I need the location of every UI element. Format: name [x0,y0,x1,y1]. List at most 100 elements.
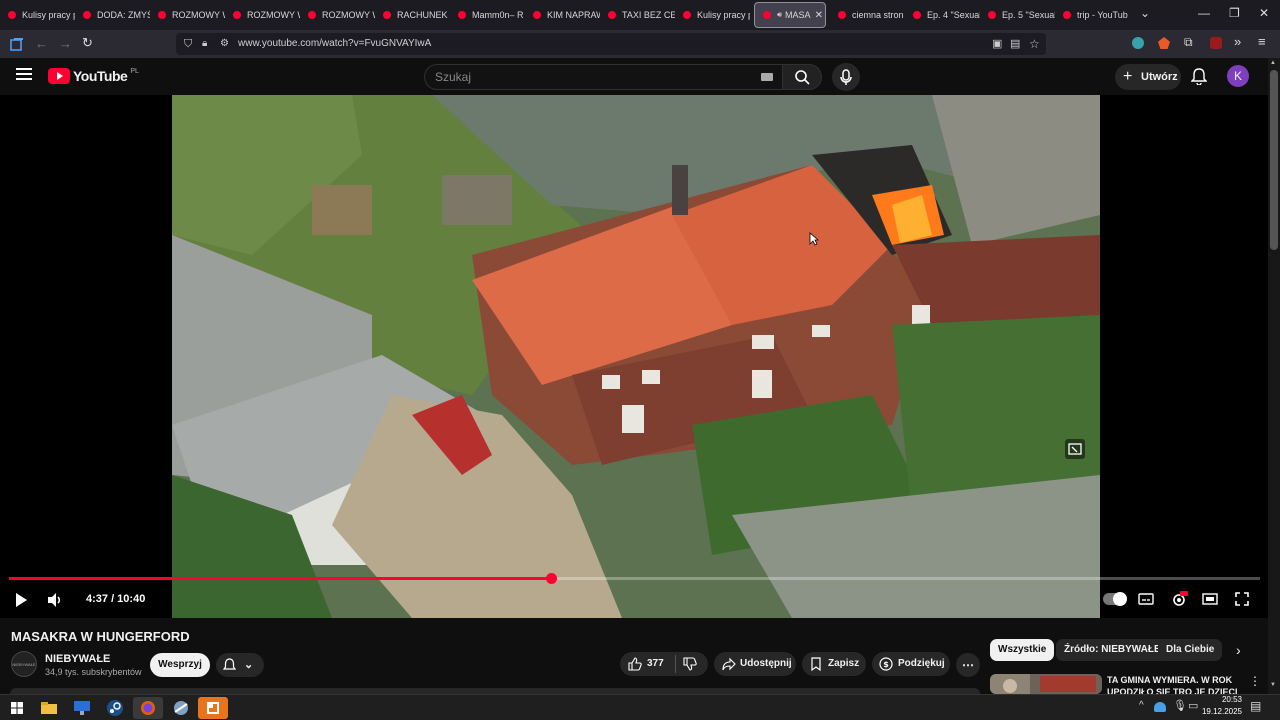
channel-name[interactable]: NIEBYWAŁE [45,653,110,665]
video-frame[interactable] [172,95,1100,618]
back-icon[interactable]: ← [35,36,48,51]
tab-list-chevron-icon[interactable]: ⌄ [1140,6,1150,20]
scroll-down-arrow-icon[interactable]: ▼ [1270,682,1276,688]
browser-tab[interactable]: ROZMOWY W [225,2,300,28]
network-tray-icon[interactable]: ▭ [1188,699,1198,712]
account-avatar[interactable]: K [1227,65,1249,87]
menu-hamburger-icon[interactable]: ≡ [1258,34,1266,49]
bookmark-star-icon[interactable]: ☆ [1029,33,1040,55]
thumbs-down-icon [683,657,697,671]
close-tab-icon[interactable]: ✕ [815,10,823,21]
voice-search-button[interactable] [832,63,860,91]
save-button[interactable]: Zapisz [802,652,866,676]
notifications-bell-icon[interactable] [1191,67,1207,85]
firefox-taskbar-icon[interactable] [133,697,163,719]
search-placeholder: Szukaj [435,70,472,84]
lock-icon[interactable]: 🔒︎ [202,33,207,55]
browser-tab[interactable]: Kulisy pracy p [675,2,750,28]
thanks-button[interactable]: $ Podziękuj [872,652,950,676]
share-button[interactable]: Udostępnij [714,652,796,676]
more-actions-icon[interactable]: ⋯ [956,653,980,677]
browser-tab-active[interactable]: 🔊︎ MASA ✕ [754,2,826,28]
orange-app-icon[interactable] [198,697,228,719]
taskbar-clock-time[interactable]: 20:53 [1208,695,1242,704]
browser-tab[interactable]: ciemna stron [830,2,905,28]
tab-audio-speaker-icon[interactable]: 🔊︎ [777,10,782,20]
remote-desktop-icon[interactable] [67,697,97,719]
overflow-chevrons-icon[interactable]: » [1234,34,1241,49]
fullscreen-icon[interactable] [1234,591,1250,607]
tab-title: trip - YouTub [1077,10,1128,20]
onedrive-cloud-icon[interactable] [1154,702,1166,712]
theater-mode-icon[interactable] [1202,592,1218,606]
extensions-icon[interactable]: ⧉ [1184,35,1193,50]
minimize-window-icon[interactable]: — [1198,6,1210,20]
like-button[interactable] [628,657,642,671]
permissions-icon[interactable]: ⚙ [220,33,229,55]
microphone-tray-icon[interactable]: 🎙︎ [1173,699,1187,712]
page-scrollbar[interactable]: ▲ ▼ [1268,58,1280,694]
progress-bar[interactable] [9,573,1260,584]
chips-next-chevron-icon[interactable]: › [1236,642,1241,658]
channel-avatar[interactable]: NIEBYWAŁE [11,651,37,677]
forward-icon[interactable]: → [59,36,72,51]
create-button[interactable]: + Utwórz [1115,64,1181,90]
network-tool-icon[interactable] [166,697,196,719]
picture-in-picture-icon[interactable]: ▣ [992,33,1002,55]
steam-icon[interactable] [100,697,130,719]
shield-icon[interactable]: ⛉ [184,33,192,55]
close-window-icon[interactable]: ✕ [1259,6,1269,20]
chip-for-you[interactable]: Dla Ciebie [1158,639,1223,661]
chip-all[interactable]: Wszystkie [990,639,1055,661]
browser-tab[interactable]: Ep. 5 "Sexual [980,2,1055,28]
scroll-up-arrow-icon[interactable]: ▲ [1270,60,1276,66]
browser-tab[interactable]: ROZMOWY W [300,2,375,28]
fox-extension-icon[interactable] [1158,37,1170,49]
reader-view-icon[interactable]: ▤ [1010,33,1020,55]
notifications-tray-icon[interactable]: ▤ [1250,699,1261,713]
taskbar-clock-date[interactable]: 19.12.2025 [1200,707,1242,716]
youtube-logo[interactable]: YouTube PL [48,68,139,84]
recommendation-title[interactable]: TA GMINA WYMIERA. W ROK UPODZIŁO SIĘ TRO… [1107,674,1247,694]
tab-title: Kulisy pracy p [22,10,75,20]
miniplayer-icon[interactable] [1065,439,1085,459]
tray-overflow-chevron-icon[interactable]: ^ [1139,700,1144,711]
windows-start-icon[interactable] [2,697,32,719]
video-player[interactable]: 4:37 / 10:40 [0,95,1268,618]
support-button[interactable]: Wesprzyj [150,653,210,677]
browser-tab[interactable]: KIM NAPRAW [525,2,600,28]
autoplay-toggle[interactable] [1103,592,1127,606]
browser-tab[interactable]: Ep. 4 "Sexual [905,2,980,28]
thanks-label: Podziękuj [898,658,945,669]
reload-icon[interactable]: ↻ [82,35,93,51]
subtitles-icon[interactable] [1138,592,1154,606]
browser-tab[interactable]: Kulisy pracy p [0,2,75,28]
recommendation-thumbnail[interactable] [990,674,1102,694]
browser-tab[interactable]: trip - YouTub [1055,2,1130,28]
keyboard-icon[interactable] [761,73,773,81]
dislike-button[interactable] [683,657,697,671]
search-input[interactable]: Szukaj [424,64,784,90]
browser-tab[interactable]: Mamm0n– R [450,2,525,28]
settings-gear-icon[interactable] [1170,590,1188,608]
browser-tab[interactable]: DODA: ZMYŚ [75,2,150,28]
browser-tab[interactable]: RACHUNEK S [375,2,450,28]
scrollbar-thumb[interactable] [1270,70,1278,250]
ublock-extension-icon[interactable] [1210,37,1222,49]
chip-source-channel[interactable]: Źródło: NIEBYWAŁE [1056,639,1169,661]
url-text[interactable]: www.youtube.com/watch?v=FvuGNVAYIwA [238,33,431,55]
search-button[interactable] [782,64,822,90]
tab-overview-icon[interactable] [10,37,24,51]
subscribed-notifications-button[interactable]: ⌄ [216,653,264,677]
browser-tab[interactable]: TAXI BEZ CEN [600,2,675,28]
file-explorer-icon[interactable] [34,697,64,719]
address-bar[interactable]: ⛉ 🔒︎ ⚙ www.youtube.com/watch?v=FvuGNVAYI… [176,33,1046,55]
volume-icon[interactable] [47,592,63,608]
scrubber-handle[interactable] [545,573,557,584]
restore-window-icon[interactable]: ❐ [1229,6,1240,20]
vpn-extension-icon[interactable] [1132,37,1144,49]
recommendation-menu-icon[interactable]: ⋮ [1249,674,1261,688]
browser-tab[interactable]: ROZMOWY W [150,2,225,28]
guide-menu-icon[interactable] [16,67,32,81]
play-icon[interactable] [14,592,28,608]
